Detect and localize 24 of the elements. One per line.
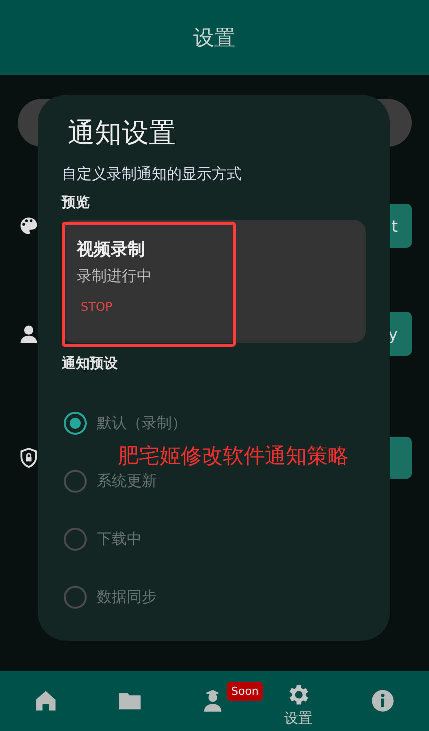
radio-button[interactable] [64,586,87,608]
preset-label[interactable]: 下载中 [97,530,142,548]
palette-icon [18,215,40,237]
notification-text: 录制进行中 [77,267,152,286]
dialog-title: 通知设置 [68,117,176,151]
radio-button[interactable] [64,412,87,434]
annotation-text: 肥宅姬修改软件通知策略 [118,443,349,470]
person-icon [18,323,40,345]
preset-label[interactable]: 数据同步 [97,588,157,606]
shield-lock-icon [18,447,40,469]
section-label: 通知预设 [62,355,119,373]
preset-label[interactable]: 系统更新 [97,472,157,490]
notification-title: 视频录制 [77,239,145,261]
dialog-subtitle: 自定义录制通知的显示方式 [62,165,243,184]
stop-action[interactable]: STOP [81,300,113,314]
info-icon [370,688,396,714]
nav-tab[interactable]: 设置 [284,682,312,728]
nav-tab[interactable] [370,688,396,714]
soon-badge: Soon [227,682,263,701]
preset-label[interactable]: 默认（录制） [97,414,187,432]
page-title: 设置 [194,24,236,52]
radio-button[interactable] [64,528,87,550]
radio-button[interactable] [64,470,87,492]
section-label: 预览 [62,194,91,212]
